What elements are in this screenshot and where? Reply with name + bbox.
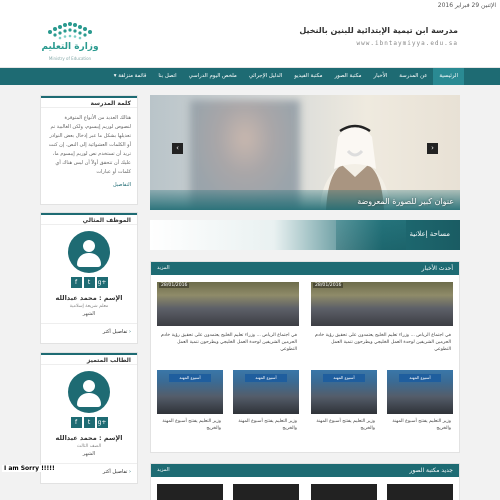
employee-name: الإسم : محمد عبدالله xyxy=(55,294,123,302)
nav-item-videos[interactable]: مكتبة الفيديو xyxy=(288,68,328,85)
school-word-more-link[interactable]: التفاصيل xyxy=(41,182,137,192)
news-text[interactable]: في اجتماع الرياض ... وزراء تعليم الخليج … xyxy=(157,326,299,353)
news-photo: أسبوع المهنة xyxy=(157,370,223,414)
google-plus-icon[interactable]: g+ xyxy=(96,277,108,288)
nav-item-day-summary[interactable]: ملخص اليوم الدراسي xyxy=(183,68,243,85)
employee-details-link[interactable]: ‹ تفاصيل أكثر xyxy=(41,323,137,340)
image-slider[interactable]: عنوان كبير للصورة المعروضة ‹ › xyxy=(150,95,460,210)
news-card-small[interactable]: أسبوع المهنة وزير التعليم يفتتح أسبوع ال… xyxy=(311,370,377,450)
top-bar: الإثنين 29 فبراير 2016 xyxy=(0,0,500,12)
employee-avatar xyxy=(68,231,110,273)
news-card-small[interactable]: أسبوع المهنة وزير التعليم يفتتح أسبوع ال… xyxy=(233,370,299,450)
news-photo: أسبوع المهنة xyxy=(387,370,453,414)
news-photo: 28/01/2016 xyxy=(311,282,453,326)
news-banner: أسبوع المهنة xyxy=(245,374,287,382)
news-card-small[interactable]: أسبوع المهنة وزير التعليم يفتتح أسبوع ال… xyxy=(157,370,223,450)
school-word-title: كلمة المدرسة xyxy=(41,96,137,108)
student-month: الشهر xyxy=(82,451,96,457)
site-header: وزارة التعليم Ministry of Education مدرس… xyxy=(0,12,500,68)
twitter-icon[interactable]: t xyxy=(83,417,95,428)
student-socials: f t g+ xyxy=(41,417,137,428)
current-date: الإثنين 29 فبراير 2016 xyxy=(437,2,496,9)
news-banner: أسبوع المهنة xyxy=(169,374,211,382)
news-photo: أسبوع المهنة xyxy=(233,370,299,414)
student-avatar xyxy=(68,371,110,413)
nav-item-dropdown[interactable]: قائمة منزلقة ▾ xyxy=(108,68,153,85)
photo-gallery-box: جديد مكتبة الصور المزيد xyxy=(150,463,460,500)
photo-gallery-title: جديد مكتبة الصور xyxy=(409,467,453,474)
ministry-subtitle: Ministry of Education xyxy=(48,56,92,61)
student-grade: الصف الثالث xyxy=(76,444,102,449)
gallery-thumbnail[interactable] xyxy=(387,484,453,500)
news-text[interactable]: وزير التعليم يفتتح أسبوع المهنة والخريج xyxy=(311,414,377,432)
ad-banner[interactable]: مساحة إعلانية xyxy=(150,220,460,250)
nav-item-guide[interactable]: الدليل الإجرائي xyxy=(243,68,288,85)
news-date: 28/01/2016 xyxy=(313,283,344,288)
school-url: www.ibntaymiyya.edu.sa xyxy=(356,40,458,47)
excellent-student-title: الطالب المتميز xyxy=(41,353,137,365)
chevron-left-icon: ‹ xyxy=(127,469,131,475)
news-banner: أسبوع المهنة xyxy=(399,374,441,382)
gallery-thumbnail[interactable] xyxy=(233,484,299,500)
latest-news-title: أحدث الأخبار xyxy=(421,265,453,272)
slider-next-button[interactable]: › xyxy=(427,143,438,154)
nav-item-home[interactable]: الرئيسية xyxy=(433,68,464,85)
school-word-text: هنالك العديد من الأنواع المتوفرة لنصوص ل… xyxy=(48,115,131,175)
student-name: الإسم : محمد عبدالله xyxy=(55,434,123,442)
ideal-employee-title: الموظف المثالي xyxy=(41,213,137,225)
latest-news-header: أحدث الأخبار المزيد xyxy=(151,262,459,275)
employee-socials: f t g+ xyxy=(41,277,137,288)
main-nav: الرئيسية عن المدرسة الأخبار مكتبة الصور … xyxy=(0,68,500,85)
news-banner: أسبوع المهنة xyxy=(323,374,365,382)
employee-role: معلم شريعة إسلامية xyxy=(69,304,109,309)
ad-label: مساحة إعلانية xyxy=(409,230,450,238)
news-card[interactable]: 28/01/2016 في اجتماع الرياض ... وزراء تع… xyxy=(311,282,453,365)
overlay-note: I am Sorry !!!!! xyxy=(2,465,57,472)
google-plus-icon[interactable]: g+ xyxy=(96,417,108,428)
latest-news-box: أحدث الأخبار المزيد 28/01/2016 في اجتماع… xyxy=(150,261,460,453)
facebook-icon[interactable]: f xyxy=(70,417,82,428)
ministry-logo[interactable]: وزارة التعليم Ministry of Education xyxy=(40,18,100,64)
chevron-left-icon: ‹ xyxy=(127,329,131,335)
gallery-thumbnail[interactable] xyxy=(157,484,223,500)
nav-item-contact[interactable]: اتصل بنا xyxy=(152,68,182,85)
ideal-employee-box: الموظف المثالي f t g+ الإسم : محمد عبدال… xyxy=(40,212,138,344)
school-name[interactable]: مدرسة ابن تيمية الإبتدائية للبنين بالنخي… xyxy=(299,26,458,35)
page-body: كلمة المدرسة هنالك العديد من الأنواع الم… xyxy=(0,85,500,500)
news-text[interactable]: في اجتماع الرياض ... وزراء تعليم الخليج … xyxy=(311,326,453,353)
employee-month: الشهر xyxy=(82,311,96,317)
ministry-name: وزارة التعليم xyxy=(41,42,99,52)
news-photo: 28/01/2016 xyxy=(157,282,299,326)
photo-gallery-more-link[interactable]: المزيد xyxy=(157,464,170,477)
news-text[interactable]: وزير التعليم يفتتح أسبوع المهنة والخريج xyxy=(157,414,223,432)
school-word-box: كلمة المدرسة هنالك العديد من الأنواع الم… xyxy=(40,95,138,205)
latest-news-more-link[interactable]: المزيد xyxy=(157,262,170,275)
gallery-thumbnail[interactable] xyxy=(311,484,377,500)
news-photo: أسبوع المهنة xyxy=(311,370,377,414)
nav-item-about[interactable]: عن المدرسة xyxy=(393,68,433,85)
twitter-icon[interactable]: t xyxy=(83,277,95,288)
nav-item-news[interactable]: الأخبار xyxy=(368,68,394,85)
slider-caption: عنوان كبير للصورة المعروضة xyxy=(357,197,454,206)
ministry-logo-icon xyxy=(48,22,92,40)
photo-gallery-header: جديد مكتبة الصور المزيد xyxy=(151,464,459,477)
news-text[interactable]: وزير التعليم يفتتح أسبوع المهنة والخريج xyxy=(233,414,299,432)
news-text[interactable]: وزير التعليم يفتتح أسبوع المهنة والخريج xyxy=(387,414,453,432)
facebook-icon[interactable]: f xyxy=(70,277,82,288)
news-card[interactable]: 28/01/2016 في اجتماع الرياض ... وزراء تع… xyxy=(157,282,299,365)
news-card-small[interactable]: أسبوع المهنة وزير التعليم يفتتح أسبوع ال… xyxy=(387,370,453,450)
nav-item-photos[interactable]: مكتبة الصور xyxy=(329,68,368,85)
news-date: 28/01/2016 xyxy=(159,283,190,288)
slider-prev-button[interactable]: ‹ xyxy=(172,143,183,154)
